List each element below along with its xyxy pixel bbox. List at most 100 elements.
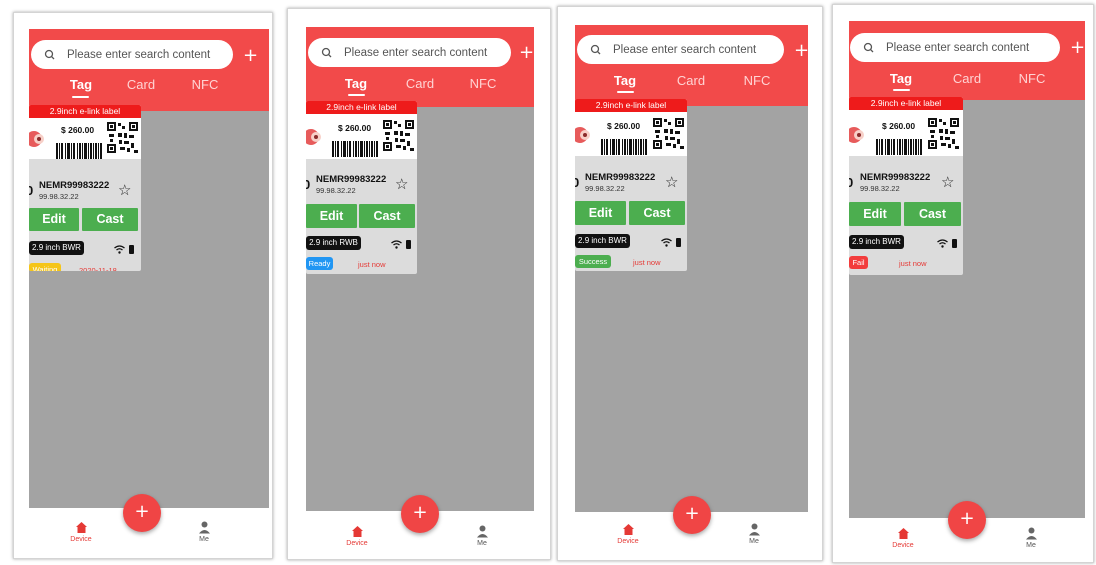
tab-card[interactable]: Card	[676, 73, 706, 88]
nav-me-label: Me	[749, 538, 759, 545]
nav-me[interactable]: Me	[1016, 527, 1046, 549]
price-label: $ 260.00	[882, 121, 916, 131]
cast-button[interactable]: Cast	[82, 208, 138, 231]
label-type: 2.9inch e-link label	[849, 97, 963, 110]
leading-digit: 0	[29, 183, 33, 198]
qr-code-icon	[106, 121, 139, 154]
device-card[interactable]: 2.9inch e-link label $ 260.00 0 NEMR9998…	[849, 97, 963, 275]
favorite-star-icon[interactable]: ☆	[665, 175, 678, 190]
tab-card[interactable]: Card	[952, 71, 982, 86]
search-input[interactable]: Please enter search content	[577, 35, 784, 64]
nav-device[interactable]: Device	[886, 527, 920, 549]
edit-button[interactable]: Edit	[306, 204, 357, 228]
device-name: NEMR99983222	[316, 174, 387, 185]
status-time: just now	[358, 260, 386, 269]
price-label: $ 260.00	[338, 123, 372, 133]
tab-tag[interactable]: Tag	[886, 71, 916, 86]
cast-button[interactable]: Cast	[629, 201, 685, 225]
nav-device-label: Device	[617, 538, 639, 545]
nav-device-label: Device	[70, 536, 92, 543]
home-icon	[897, 528, 909, 539]
add-device-fab[interactable]: +	[401, 495, 439, 533]
cast-button[interactable]: Cast	[359, 204, 415, 228]
barcode-icon	[601, 139, 647, 155]
device-ip: 99.98.32.22	[316, 186, 356, 195]
tab-tag[interactable]: Tag	[341, 76, 371, 91]
search-icon	[863, 42, 874, 52]
nav-me[interactable]: Me	[189, 521, 219, 543]
fruit-icon	[849, 127, 864, 143]
tab-nfc[interactable]: NFC	[1017, 71, 1047, 86]
nav-me[interactable]: Me	[739, 523, 769, 545]
price-label: $ 260.00	[61, 125, 95, 135]
battery-icon	[952, 239, 957, 248]
favorite-star-icon[interactable]: ☆	[395, 177, 408, 192]
search-placeholder: Please enter search content	[886, 41, 1030, 54]
model-badge: 2.9 inch BWR	[849, 235, 904, 249]
status-time: just now	[633, 258, 661, 267]
person-icon	[198, 521, 210, 534]
barcode-icon	[332, 141, 378, 157]
status-time: just now	[899, 259, 927, 268]
nav-device[interactable]: Device	[340, 525, 374, 547]
cast-button[interactable]: Cast	[904, 202, 961, 226]
leading-digit: 0	[306, 177, 310, 192]
phone-screen-4: Please enter search content + Tag Card N…	[832, 4, 1094, 563]
wifi-icon	[391, 240, 402, 249]
nav-device[interactable]: Device	[611, 523, 645, 545]
add-button[interactable]: +	[243, 47, 258, 65]
favorite-star-icon[interactable]: ☆	[941, 175, 954, 190]
add-button[interactable]: +	[794, 42, 809, 60]
nav-device[interactable]: Device	[64, 521, 98, 543]
price-label: $ 260.00	[607, 121, 641, 131]
add-button[interactable]: +	[1070, 39, 1085, 57]
battery-icon	[406, 240, 411, 249]
device-card[interactable]: 2.9inch e-link label $ 260.00 0 NEMR9998…	[306, 101, 417, 274]
nav-me-label: Me	[477, 540, 487, 547]
status-badge: Ready	[306, 257, 333, 270]
device-ip: 99.98.32.22	[860, 184, 900, 193]
status-badge: Fail	[849, 256, 868, 269]
tab-tag[interactable]: Tag	[610, 73, 640, 88]
tab-tag[interactable]: Tag	[66, 77, 96, 92]
tab-nfc[interactable]: NFC	[190, 77, 220, 92]
device-name: NEMR99983222	[860, 172, 931, 183]
tab-indicator	[348, 94, 365, 96]
tab-card[interactable]: Card	[405, 76, 435, 91]
device-name: NEMR99983222	[39, 180, 110, 191]
person-icon	[748, 523, 760, 536]
edit-button[interactable]: Edit	[849, 202, 901, 226]
device-name: NEMR99983222	[585, 172, 656, 183]
add-button[interactable]: +	[519, 44, 534, 62]
nav-me[interactable]: Me	[467, 525, 497, 547]
home-icon	[622, 524, 634, 535]
device-card[interactable]: 2.9inch e-link label $ 260.00 0 NEMR9998…	[575, 99, 687, 271]
phone-screen-2: Please enter search content + Tag Card N…	[287, 8, 551, 560]
edit-button[interactable]: Edit	[575, 201, 626, 225]
tab-nfc[interactable]: NFC	[742, 73, 772, 88]
tab-indicator	[893, 89, 910, 91]
phone-screen-3: Please enter search content + Tag Card N…	[557, 6, 823, 561]
search-input[interactable]: Please enter search content	[850, 33, 1060, 62]
search-input[interactable]: Please enter search content	[308, 38, 511, 67]
add-device-fab[interactable]: +	[123, 494, 161, 532]
add-device-fab[interactable]: +	[673, 496, 711, 534]
wifi-icon	[661, 238, 672, 247]
tab-card[interactable]: Card	[126, 77, 156, 92]
status-time: 2020-11-18	[79, 266, 117, 271]
tab-nfc[interactable]: NFC	[468, 76, 498, 91]
device-ip: 99.98.32.22	[39, 192, 79, 201]
edit-button[interactable]: Edit	[29, 208, 79, 231]
search-input[interactable]: Please enter search content	[31, 40, 233, 69]
favorite-star-icon[interactable]: ☆	[118, 183, 131, 198]
leading-digit: 0	[575, 175, 579, 190]
leading-digit: 0	[849, 175, 853, 190]
label-type: 2.9inch e-link label	[575, 99, 687, 112]
battery-icon	[676, 238, 681, 247]
wifi-icon	[114, 245, 125, 254]
nav-me-label: Me	[199, 536, 209, 543]
add-device-fab[interactable]: +	[948, 501, 986, 539]
search-icon	[590, 44, 601, 54]
device-card[interactable]: 2.9inch e-link label $ 260.00 0 NEMR9998…	[29, 105, 141, 271]
search-icon	[321, 47, 332, 57]
